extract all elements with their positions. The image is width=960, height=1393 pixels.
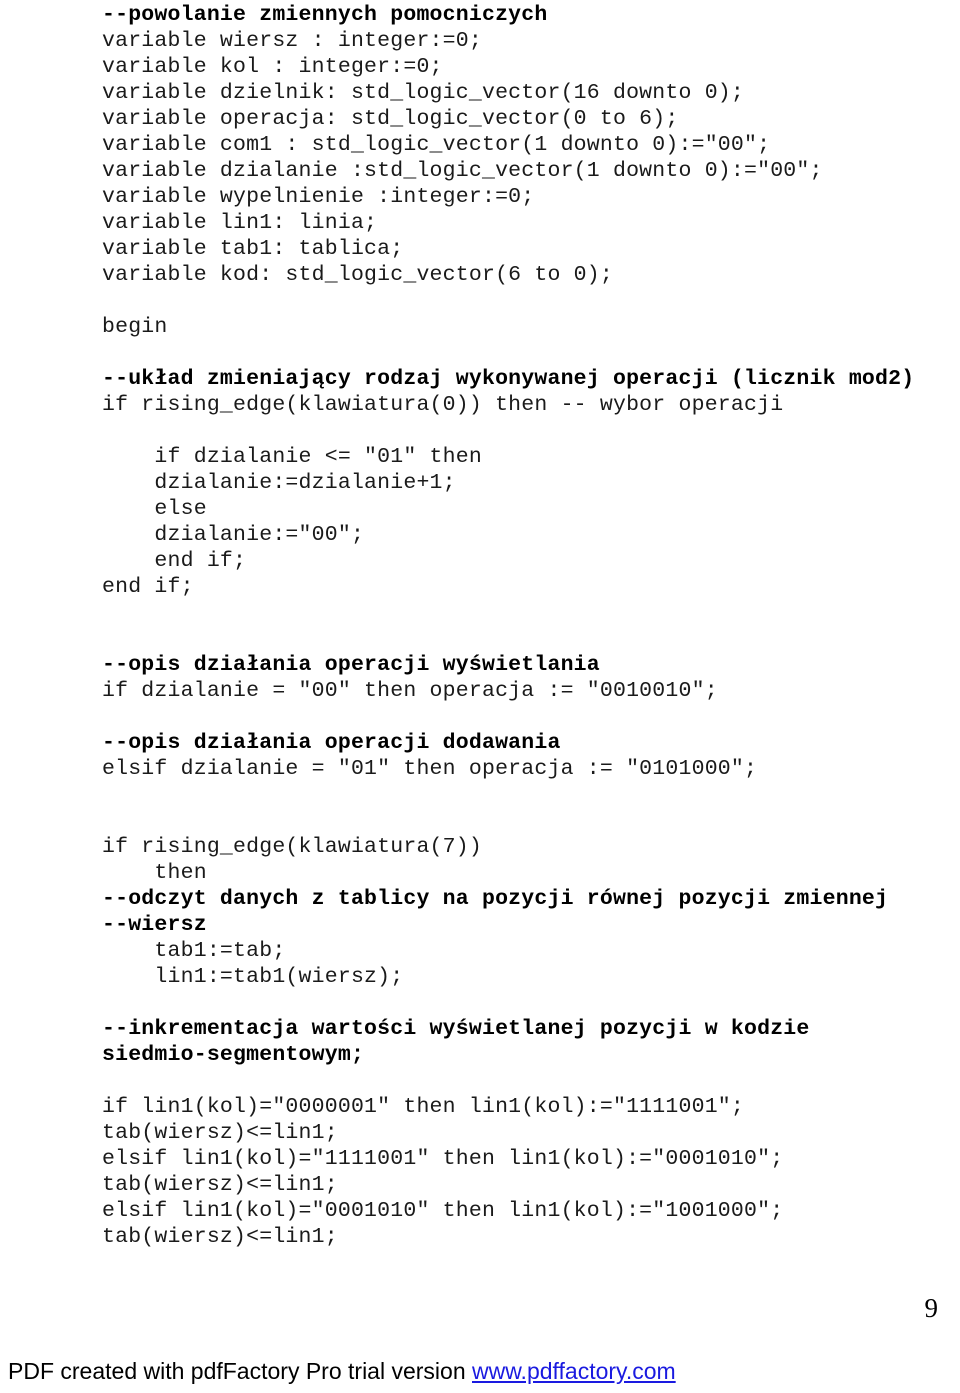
document-page: --powolanie zmiennych pomocniczych variab… xyxy=(0,0,960,1393)
code-line: end if; xyxy=(102,549,247,573)
footer-text: PDF created with pdfFactory Pro trial ve… xyxy=(8,1358,472,1384)
code-line: --opis działania operacji wyświetlania xyxy=(102,653,600,677)
code-line: variable operacja: std_logic_vector(0 to… xyxy=(102,107,679,131)
code-line: elsif lin1(kol)="1111001" then lin1(kol)… xyxy=(102,1147,784,1171)
code-line: tab(wiersz)<=lin1; xyxy=(102,1225,338,1249)
code-line: tab1:=tab; xyxy=(102,939,286,963)
code-line: variable dzialanie :std_logic_vector(1 d… xyxy=(102,159,823,183)
code-line: variable wypelnienie :integer:=0; xyxy=(102,185,535,209)
code-line: --powolanie zmiennych pomocniczych xyxy=(102,3,548,27)
code-line: if dzialanie = "00" then operacja := "00… xyxy=(102,679,718,703)
pdf-factory-footer: PDF created with pdfFactory Pro trial ve… xyxy=(8,1358,676,1386)
code-line: --opis działania operacji dodawania xyxy=(102,731,561,755)
code-line: if lin1(kol)="0000001" then lin1(kol):="… xyxy=(102,1095,745,1119)
code-line: then xyxy=(102,861,207,885)
vhdl-code-listing: --powolanie zmiennych pomocniczych variab… xyxy=(102,2,960,1250)
code-line: if rising_edge(klawiatura(0)) then -- wy… xyxy=(102,393,784,417)
page-number: 9 xyxy=(924,1293,939,1323)
code-line: variable dzielnik: std_logic_vector(16 d… xyxy=(102,81,745,105)
code-line: tab(wiersz)<=lin1; xyxy=(102,1173,338,1197)
code-line: variable kod: std_logic_vector(6 to 0); xyxy=(102,263,613,287)
code-line: --układ zmieniający rodzaj wykonywanej o… xyxy=(102,367,915,391)
code-line: elsif dzialanie = "01" then operacja := … xyxy=(102,757,758,781)
code-line: siedmio-segmentowym; xyxy=(102,1043,365,1067)
code-line: dzialanie:="00"; xyxy=(102,523,365,547)
code-line: variable lin1: linia; xyxy=(102,211,378,235)
code-line: variable tab1: tablica; xyxy=(102,237,404,261)
code-line: variable kol : integer:=0; xyxy=(102,55,443,79)
code-line: variable com1 : std_logic_vector(1 downt… xyxy=(102,133,771,157)
code-line: if dzialanie <= "01" then xyxy=(102,445,482,469)
code-line: --inkrementacja wartości wyświetlanej po… xyxy=(102,1017,810,1041)
code-line: variable wiersz : integer:=0; xyxy=(102,29,482,53)
code-line: begin xyxy=(102,315,168,339)
pdffactory-link[interactable]: www.pdffactory.com xyxy=(472,1358,676,1384)
code-line: --odczyt danych z tablicy na pozycji rów… xyxy=(102,887,889,911)
code-line: tab(wiersz)<=lin1; xyxy=(102,1121,338,1145)
code-line: --wiersz xyxy=(102,913,207,937)
code-line: dzialanie:=dzialanie+1; xyxy=(102,471,456,495)
code-line: elsif lin1(kol)="0001010" then lin1(kol)… xyxy=(102,1199,784,1223)
code-line: if rising_edge(klawiatura(7)) xyxy=(102,835,482,859)
code-line: else xyxy=(102,497,207,521)
code-line: end if; xyxy=(102,575,194,599)
code-line: lin1:=tab1(wiersz); xyxy=(102,965,404,989)
